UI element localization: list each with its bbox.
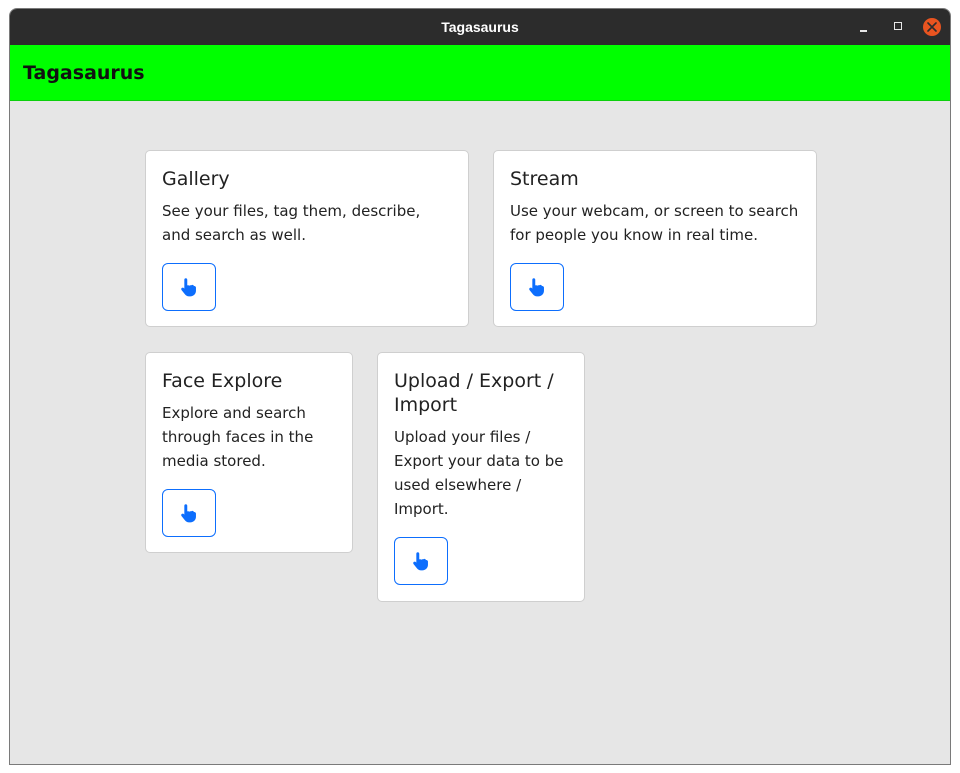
minimize-icon[interactable] xyxy=(855,18,873,36)
gallery-card: Gallery See your files, tag them, descri… xyxy=(145,150,469,327)
card-title: Face Explore xyxy=(162,370,283,392)
window-titlebar[interactable]: Tagasaurus xyxy=(10,9,950,45)
open-face-explore-button[interactable] xyxy=(162,489,216,537)
app-brand[interactable]: Tagasaurus xyxy=(23,45,145,101)
pointing-hand-icon xyxy=(413,552,428,571)
face-explore-card: Face Explore Explore and search through … xyxy=(145,352,353,553)
app-header: Tagasaurus xyxy=(10,45,950,101)
open-gallery-button[interactable] xyxy=(162,263,216,311)
maximize-icon[interactable] xyxy=(890,18,908,36)
card-title: Gallery xyxy=(162,168,230,190)
app-window: Tagasaurus Tagasaurus Gallery See your f… xyxy=(9,8,951,765)
close-icon[interactable] xyxy=(923,18,941,36)
open-stream-button[interactable] xyxy=(510,263,564,311)
stream-card: Stream Use your webcam, or screen to sea… xyxy=(493,150,817,327)
pointing-hand-icon xyxy=(181,278,196,297)
card-description: Use your webcam, or screen to search for… xyxy=(510,202,799,244)
card-title: Upload / Export / Import xyxy=(394,370,554,416)
pointing-hand-icon xyxy=(529,278,544,297)
card-description: See your files, tag them, describe, and … xyxy=(162,202,421,244)
upload-export-import-card: Upload / Export / Import Upload your fil… xyxy=(377,352,585,602)
open-upload-export-import-button[interactable] xyxy=(394,537,448,585)
card-description: Explore and search through faces in the … xyxy=(162,404,314,470)
pointing-hand-icon xyxy=(181,504,196,523)
card-title: Stream xyxy=(510,168,579,190)
card-description: Upload your files / Export your data to … xyxy=(394,428,564,518)
window-title: Tagasaurus xyxy=(441,19,519,35)
